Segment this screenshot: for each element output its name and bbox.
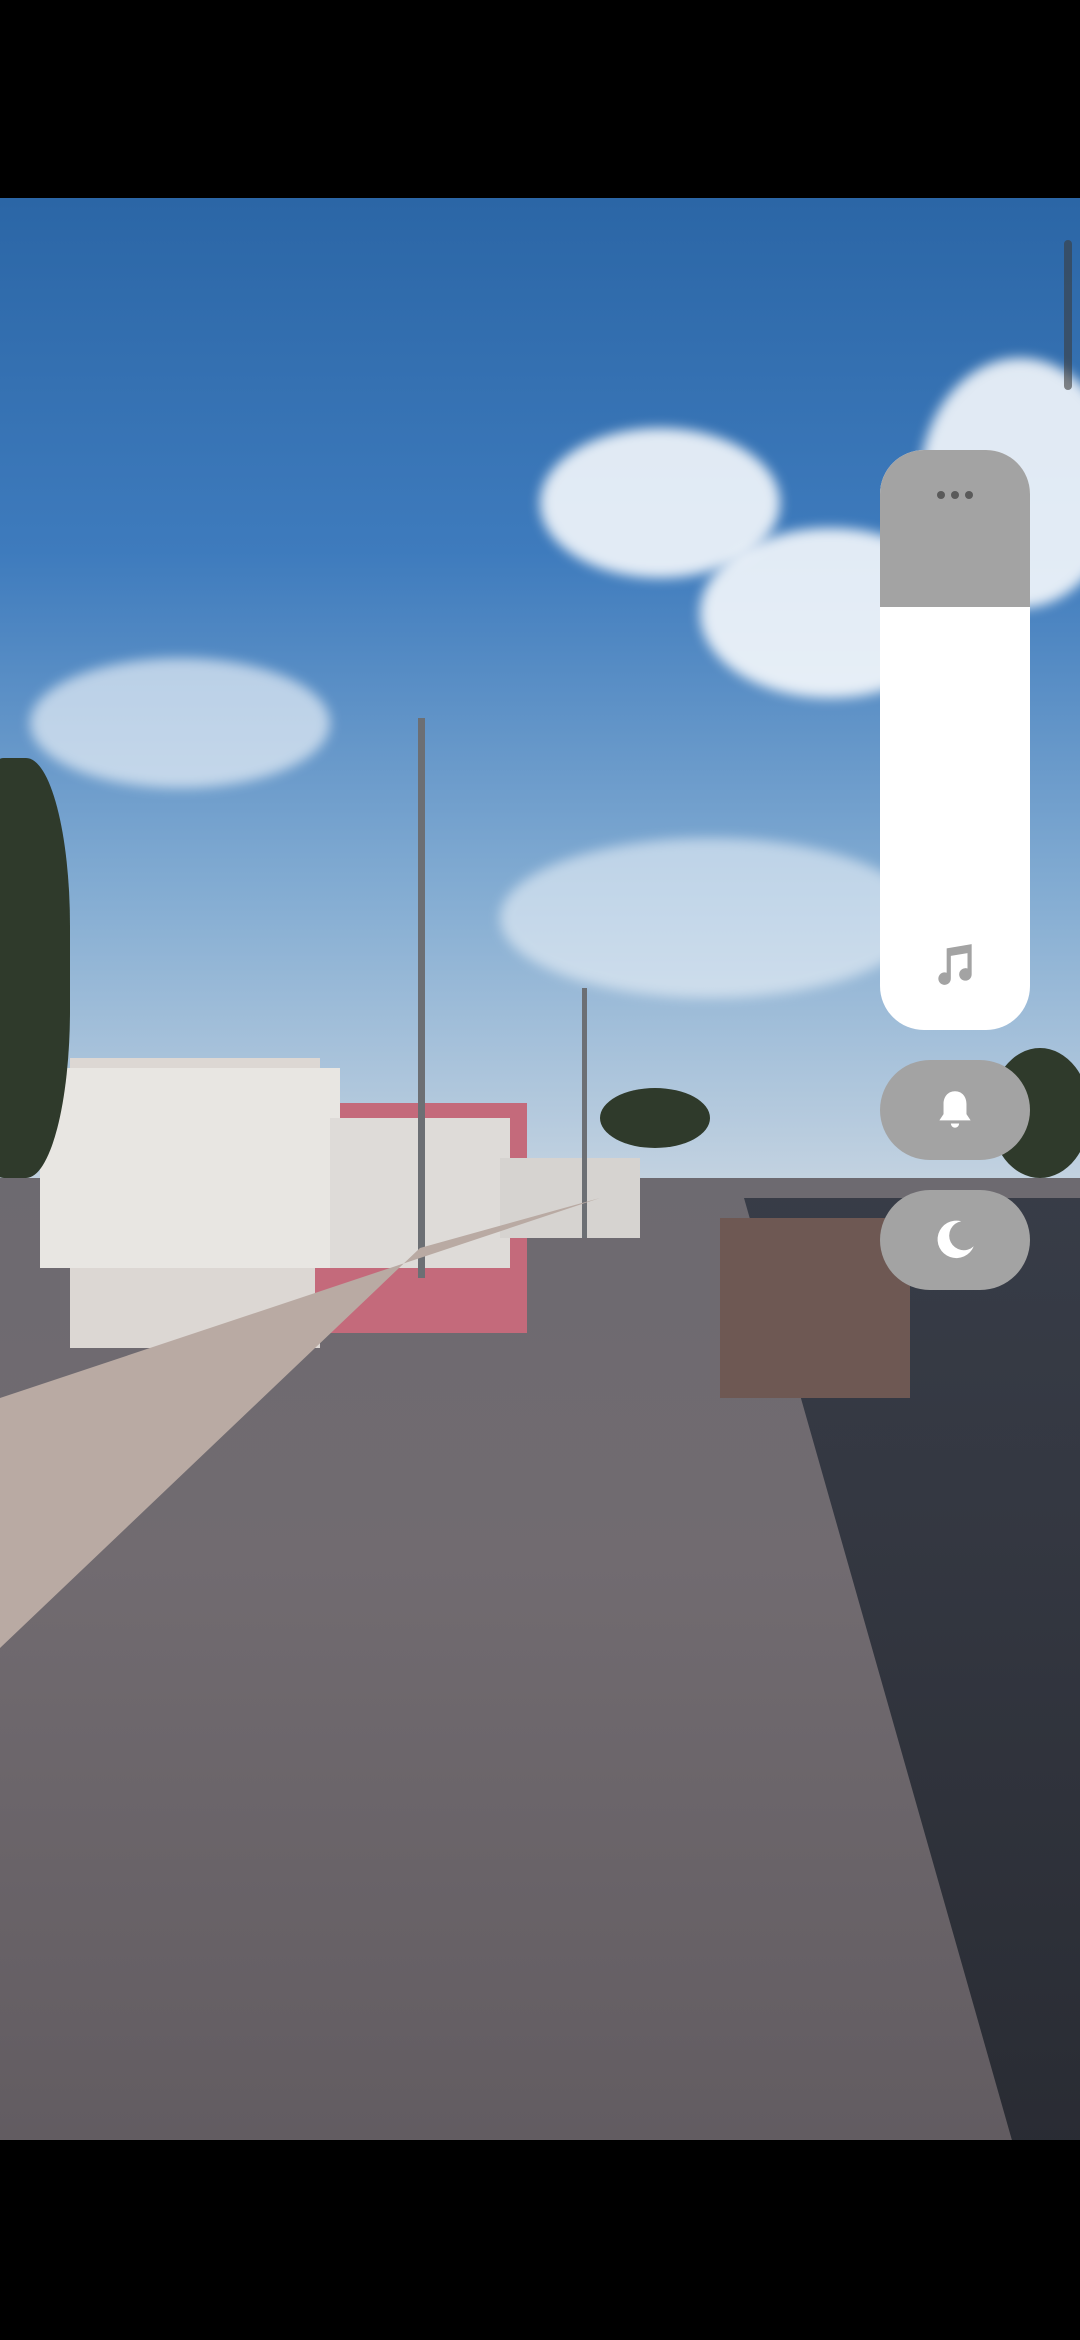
ringer-mode-button[interactable] <box>880 1060 1030 1160</box>
dnd-mode-button[interactable] <box>880 1190 1030 1290</box>
tree <box>600 1088 710 1148</box>
wall <box>40 1068 340 1268</box>
street-lamp <box>582 988 587 1238</box>
music-note-icon <box>938 944 972 985</box>
bell-icon <box>939 1091 971 1128</box>
cloud <box>30 658 330 788</box>
volume-slider[interactable] <box>880 450 1030 1030</box>
wall <box>500 1158 640 1238</box>
more-horizontal-icon <box>934 491 976 499</box>
more-options-button[interactable] <box>880 450 1030 540</box>
street-lamp <box>418 718 425 1278</box>
moon-icon <box>937 1220 974 1259</box>
screen <box>0 0 1080 2340</box>
cloud <box>500 838 920 998</box>
scroll-indicator <box>1064 240 1072 390</box>
tree <box>0 758 70 1178</box>
